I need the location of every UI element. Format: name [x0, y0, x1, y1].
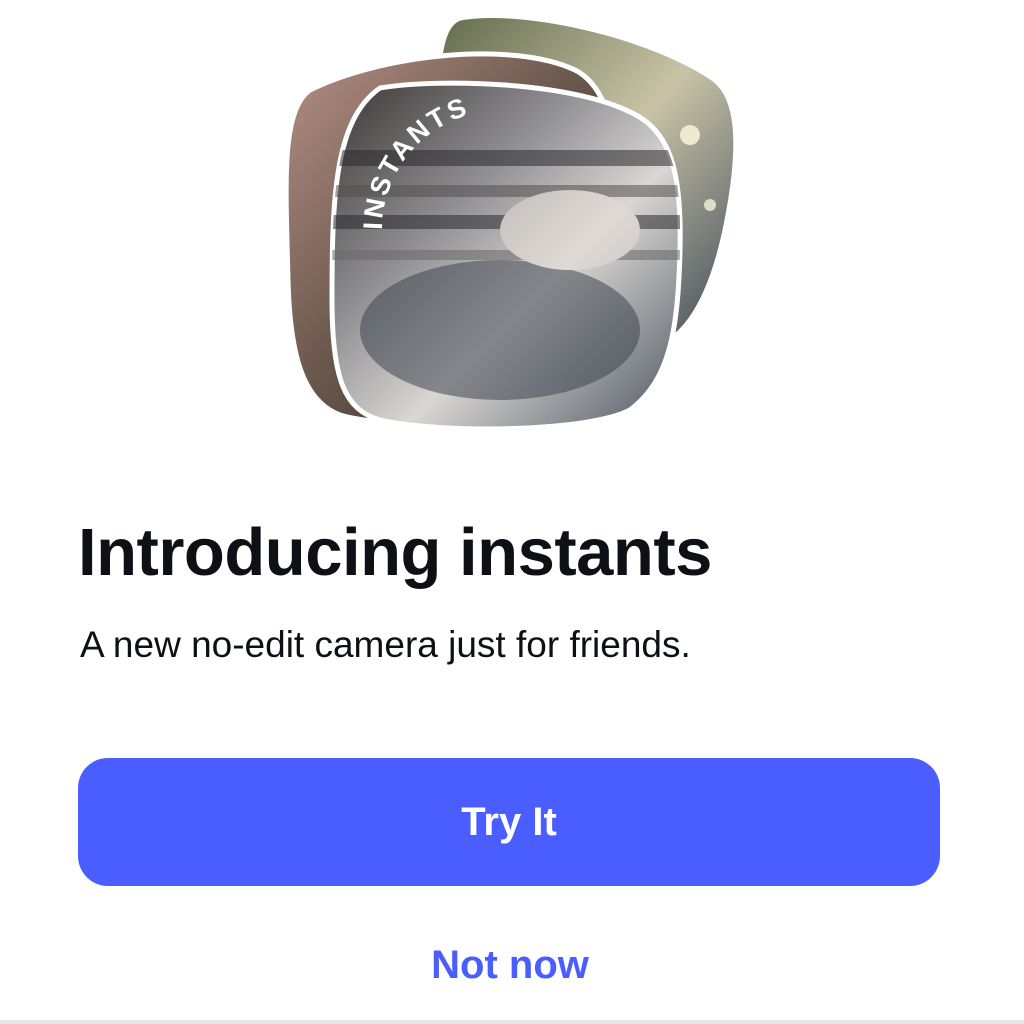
instants-photo-stack: INSTANTS	[270, 0, 750, 450]
page-subtitle: A new no-edit camera just for friends.	[80, 624, 691, 665]
try-it-button[interactable]: Try It	[78, 758, 940, 886]
page-title: Introducing instants	[78, 515, 712, 590]
photo-stack-illustration: INSTANTS	[283, 13, 739, 432]
not-now-button[interactable]: Not now	[360, 930, 660, 1000]
instants-intro-screen: INSTANTS Introducing instants A new no-e…	[0, 0, 1024, 1024]
bottom-divider	[0, 1020, 1024, 1024]
front-photo-card	[329, 80, 683, 432]
